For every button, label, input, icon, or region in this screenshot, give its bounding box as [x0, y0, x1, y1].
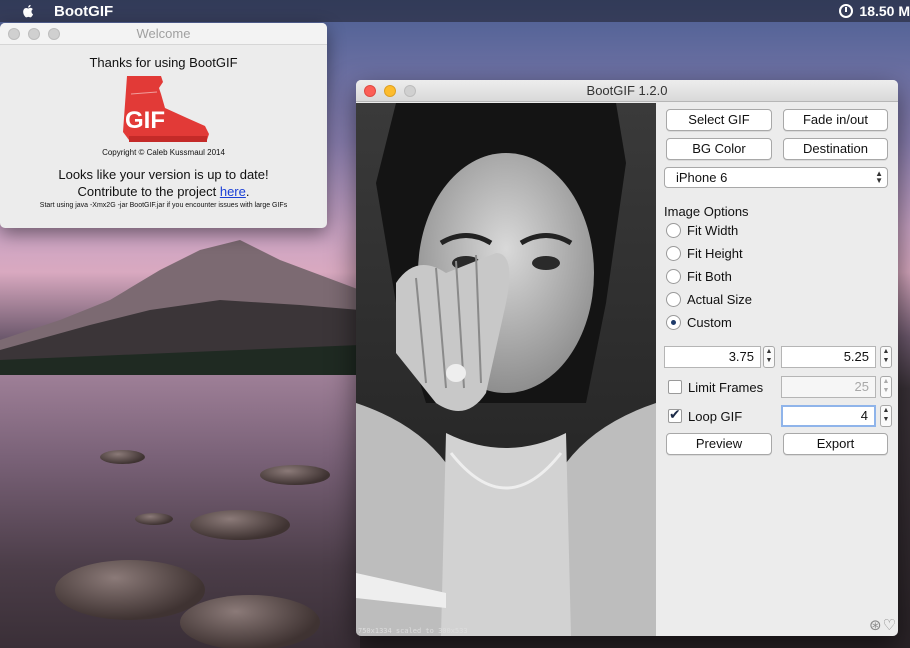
limit-frames-checkbox[interactable]: Limit Frames: [668, 378, 763, 396]
welcome-copyright: Copyright © Caleb Kussmaul 2014: [102, 148, 225, 157]
bg-color-button[interactable]: BG Color: [666, 138, 772, 160]
minimize-icon[interactable]: [384, 85, 396, 97]
heart-icon[interactable]: ♡: [883, 616, 896, 634]
logo-text: GIF: [125, 107, 165, 134]
desktop-rock: [135, 513, 173, 525]
height-stepper[interactable]: ▲ ▼: [880, 346, 892, 368]
minimize-icon[interactable]: [28, 28, 40, 40]
preview-caption: 750x1334 scaled to 300x533: [358, 627, 468, 635]
menu-bar: BootGIF 18.50 M: [0, 0, 910, 22]
zoom-icon[interactable]: [48, 28, 60, 40]
checkbox-checked-icon: [668, 406, 682, 423]
zoom-icon[interactable]: [404, 85, 416, 97]
image-options-label: Image Options: [664, 204, 749, 219]
app-menu-name[interactable]: BootGIF: [54, 3, 113, 20]
radio-label: Fit Height: [687, 245, 743, 261]
welcome-contribute: Contribute to the project here.: [0, 184, 327, 199]
destination-button[interactable]: Destination: [783, 138, 888, 160]
limit-frames-input[interactable]: 25: [781, 376, 876, 398]
select-gif-button[interactable]: Select GIF: [666, 109, 772, 131]
preview-button[interactable]: Preview: [666, 433, 772, 455]
radio-fit-width[interactable]: Fit Width: [666, 221, 738, 239]
radio-fit-height[interactable]: Fit Height: [666, 244, 743, 262]
desktop-rock: [180, 595, 320, 648]
welcome-body: Thanks for using BootGIF GIF Copyright ©…: [0, 55, 327, 209]
welcome-uptodate: Looks like your version is up to date!: [58, 167, 269, 182]
radio-fit-both[interactable]: Fit Both: [666, 267, 732, 285]
apple-menu-icon[interactable]: [20, 3, 36, 19]
welcome-window: Welcome Thanks for using BootGIF GIF Cop…: [0, 23, 327, 228]
loop-count-input[interactable]: 4: [781, 405, 876, 427]
menu-bar-status: 18.50 M: [839, 0, 910, 22]
welcome-titlebar[interactable]: Welcome: [0, 23, 327, 45]
lifebuoy-icon[interactable]: ⊛: [869, 616, 882, 634]
main-title: BootGIF 1.2.0: [586, 83, 668, 98]
welcome-window-controls: [8, 28, 60, 40]
width-input[interactable]: 3.75: [664, 346, 761, 368]
desktop-mountain: [0, 240, 360, 380]
device-select[interactable]: iPhone 6 ▲ ▼: [664, 167, 888, 188]
menu-clock[interactable]: 18.50 M: [859, 3, 910, 19]
corner-icons: ⊛ ♡: [869, 616, 896, 634]
limit-frames-label: Limit Frames: [688, 379, 764, 395]
welcome-hint: Start using java -Xmx2G -jar BootGIF.jar…: [39, 202, 288, 209]
close-icon[interactable]: [364, 85, 376, 97]
width-stepper[interactable]: ▲ ▼: [763, 346, 775, 368]
fade-button[interactable]: Fade in/out: [783, 109, 888, 131]
height-input[interactable]: 5.25: [781, 346, 876, 368]
preview-image: [356, 103, 656, 636]
checkbox-icon: [668, 380, 682, 394]
loop-count-stepper[interactable]: ▲ ▼: [880, 405, 892, 427]
limit-frames-stepper[interactable]: ▲ ▼: [880, 376, 892, 398]
radio-label: Fit Width: [687, 222, 739, 238]
radio-label: Custom: [687, 314, 732, 330]
loop-gif-checkbox[interactable]: Loop GIF: [668, 406, 743, 425]
radio-actual-size[interactable]: Actual Size: [666, 290, 752, 308]
time-machine-icon[interactable]: [839, 4, 854, 18]
welcome-thanks: Thanks for using BootGIF: [89, 55, 238, 70]
radio-label: Actual Size: [687, 291, 753, 307]
desktop-rock: [100, 450, 145, 464]
close-icon[interactable]: [8, 28, 20, 40]
contribute-prefix: Contribute to the project: [77, 184, 220, 199]
bootgif-window: BootGIF 1.2.0 750x1334 scaled to 300x533…: [356, 80, 898, 636]
radio-custom[interactable]: Custom: [666, 313, 732, 331]
radio-circle-icon: [666, 268, 681, 284]
radio-circle-icon: [666, 222, 681, 238]
loop-gif-label: Loop GIF: [688, 408, 743, 424]
main-window-controls: [364, 85, 416, 97]
desktop-rock: [190, 510, 290, 540]
radio-circle-icon: [666, 291, 681, 307]
main-titlebar[interactable]: BootGIF 1.2.0: [356, 80, 898, 102]
gif-preview: 750x1334 scaled to 300x533: [356, 103, 656, 636]
contribute-link[interactable]: here: [220, 184, 246, 199]
contribute-suffix: .: [245, 184, 250, 199]
radio-circle-icon: [666, 245, 681, 261]
desktop-rock: [260, 465, 330, 485]
device-select-value: iPhone 6: [676, 170, 728, 185]
bootgif-logo: GIF: [122, 76, 209, 142]
desktop-rock: [55, 560, 205, 620]
radio-label: Fit Both: [687, 268, 732, 284]
options-panel: Select GIF Fade in/out BG Color Destinat…: [664, 103, 898, 636]
radio-circle-selected-icon: [666, 314, 681, 330]
export-button[interactable]: Export: [783, 433, 888, 455]
select-arrows-icon: ▲ ▼: [875, 169, 883, 185]
